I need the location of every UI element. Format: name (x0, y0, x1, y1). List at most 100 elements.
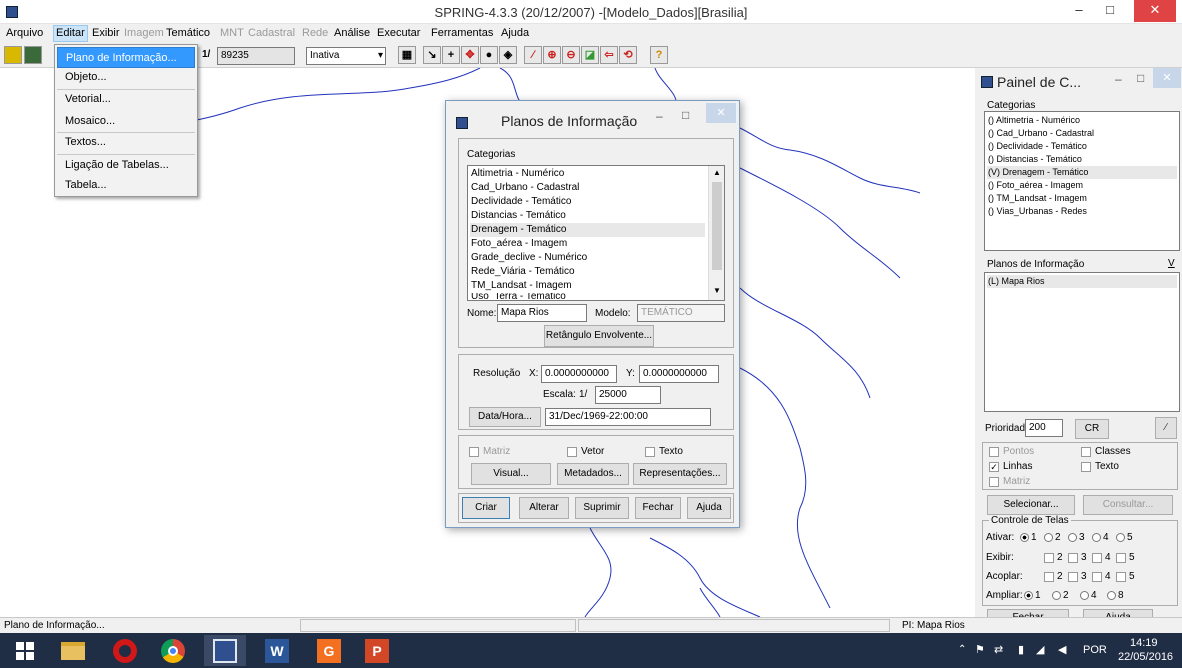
ativar-radio-4[interactable] (1092, 533, 1101, 542)
pan-icon[interactable]: ✥ (461, 46, 479, 64)
list-item[interactable]: () Foto_aérea - Imagem (987, 179, 1177, 192)
menu-item-tabela[interactable]: Tabela... (57, 175, 195, 196)
menu-ajuda[interactable]: Ajuda (501, 27, 529, 39)
chrome-icon[interactable] (152, 635, 194, 666)
exibir-checkbox-2[interactable] (1044, 553, 1054, 563)
pointer-icon[interactable]: ↘ (423, 46, 441, 64)
dialog-maximize-button[interactable]: □ (682, 108, 689, 122)
info-icon[interactable]: ● (480, 46, 498, 64)
list-item[interactable]: TM_Landsat - Imagem (470, 279, 705, 293)
matriz-checkbox[interactable] (469, 447, 479, 457)
ampliar-radio-4[interactable] (1080, 591, 1089, 600)
categorias-list[interactable]: Altimetria - Numérico Cad_Urbano - Cadas… (467, 165, 725, 301)
network-sync-icon[interactable]: ⇄ (994, 643, 1003, 656)
zoom-in-icon[interactable]: ⊕ (543, 46, 561, 64)
list-item[interactable]: Declividade - Temático (470, 195, 705, 209)
classes-checkbox[interactable] (1081, 447, 1091, 457)
battery-icon[interactable]: ▮ (1018, 643, 1024, 656)
visual-button[interactable]: Visual... (471, 463, 551, 485)
menu-editar[interactable]: Editar (53, 25, 88, 42)
pontos-checkbox[interactable] (989, 447, 999, 457)
opera-icon[interactable] (104, 635, 146, 666)
dialog-minimize-button[interactable]: – (656, 109, 663, 123)
pencil-icon[interactable]: ∕ (1155, 417, 1177, 439)
signal-icon[interactable]: ◢ (1036, 643, 1044, 656)
resolucao-y-input[interactable]: 0.0000000000 (639, 365, 719, 383)
linhas-checkbox[interactable]: ✓ (989, 462, 999, 472)
list-item[interactable]: () Distancias - Temático (987, 153, 1177, 166)
exibir-checkbox-4[interactable] (1092, 553, 1102, 563)
matriz-checkbox[interactable] (989, 477, 999, 487)
zoom-out-icon[interactable]: ⊖ (562, 46, 580, 64)
refresh-icon[interactable]: ⟲ (619, 46, 637, 64)
panel-close-button[interactable]: ✕ (1153, 68, 1181, 88)
categorias-scrollbar[interactable]: ▲ ▼ (708, 166, 724, 300)
crosshair-icon[interactable]: + (442, 46, 460, 64)
acoplar-checkbox-2[interactable] (1044, 572, 1054, 582)
acoplar-checkbox-4[interactable] (1092, 572, 1102, 582)
menu-item-ligacao-de-tabelas[interactable]: Ligação de Tabelas... (57, 155, 195, 176)
alterar-button[interactable]: Alterar (519, 497, 569, 519)
menu-imagem[interactable]: Imagem (124, 27, 164, 39)
close-button[interactable]: ✕ (1134, 0, 1176, 22)
ampliar-radio-2[interactable] (1052, 591, 1061, 600)
exibir-checkbox-3[interactable] (1068, 553, 1078, 563)
menu-rede[interactable]: Rede (302, 27, 328, 39)
spring-taskbar-icon[interactable] (204, 635, 246, 666)
prioridade-input[interactable]: 200 (1025, 419, 1063, 437)
planos-v-toggle[interactable]: V (1168, 258, 1175, 269)
menu-item-plano-de-informacao[interactable]: Plano de Informação... (57, 47, 195, 68)
tray-chevron-icon[interactable]: ⌃ (958, 644, 966, 655)
windows-start-icon[interactable] (4, 635, 46, 666)
volume-icon[interactable]: ◀ (1058, 643, 1066, 656)
ampliar-radio-1[interactable] (1024, 591, 1033, 600)
vetor-checkbox[interactable] (567, 447, 577, 457)
fechar-button[interactable]: Fechar (635, 497, 681, 519)
panel-maximize-button[interactable]: □ (1137, 71, 1144, 85)
consultar-button[interactable]: Consultar... (1083, 495, 1173, 515)
texto-checkbox[interactable] (645, 447, 655, 457)
file-explorer-icon[interactable] (52, 635, 94, 666)
escala-input[interactable]: 25000 (595, 386, 661, 404)
menu-item-objeto[interactable]: Objeto... (57, 67, 195, 88)
data-hora-button[interactable]: Data/Hora... (469, 407, 541, 427)
minimize-button[interactable]: – (1064, 0, 1094, 22)
menu-item-textos[interactable]: Textos... (57, 132, 195, 153)
resolucao-x-input[interactable]: 0.0000000000 (541, 365, 617, 383)
menu-tematico[interactable]: Temático (166, 27, 210, 39)
list-item[interactable]: () Vias_Urbanas - Redes (987, 205, 1177, 218)
scroll-thumb[interactable] (712, 182, 722, 270)
list-item[interactable]: Distancias - Temático (470, 209, 705, 223)
panel-minimize-button[interactable]: – (1115, 72, 1122, 86)
list-item[interactable]: Uso_Terra - Temático (470, 293, 705, 300)
list-item[interactable]: Rede_Viária - Temático (470, 265, 705, 279)
menu-executar[interactable]: Executar (377, 27, 420, 39)
powerpoint-icon[interactable]: P (356, 635, 398, 666)
list-item[interactable]: () Declividade - Temático (987, 140, 1177, 153)
database-icon[interactable] (4, 46, 22, 64)
flag-icon[interactable]: ⚑ (975, 643, 985, 656)
metadados-button[interactable]: Metadados... (557, 463, 629, 485)
menu-ferramentas[interactable]: Ferramentas (431, 27, 493, 39)
cr-button[interactable]: CR (1075, 419, 1109, 439)
language-indicator[interactable]: POR (1083, 644, 1107, 656)
help-icon[interactable]: ? (650, 46, 668, 64)
ampliar-radio-8[interactable] (1107, 591, 1116, 600)
menu-item-vetorial[interactable]: Vetorial... (57, 89, 195, 110)
list-item-selected[interactable]: (L) Mapa Rios (987, 275, 1177, 288)
list-item[interactable]: () Altimetria - Numérico (987, 114, 1177, 127)
menu-arquivo[interactable]: Arquivo (6, 27, 43, 39)
pencil-icon[interactable]: ∕ (524, 46, 542, 64)
zoom-area-icon[interactable]: ◪ (581, 46, 599, 64)
acoplar-checkbox-5[interactable] (1116, 572, 1126, 582)
list-item-selected[interactable]: Drenagem - Temático (470, 223, 705, 237)
scroll-down-icon[interactable]: ▼ (713, 286, 721, 295)
exibir-checkbox-5[interactable] (1116, 553, 1126, 563)
panel-categorias-list[interactable]: () Altimetria - Numérico () Cad_Urbano -… (984, 111, 1180, 251)
scale-field[interactable]: 89235 (217, 47, 295, 65)
ativar-radio-1[interactable] (1020, 533, 1029, 542)
representacoes-button[interactable]: Representações... (633, 463, 727, 485)
retangulo-envolvente-button[interactable]: Retângulo Envolvente... (544, 325, 654, 347)
panel-planos-list[interactable]: (L) Mapa Rios (984, 272, 1180, 412)
menu-cadastral[interactable]: Cadastral (248, 27, 295, 39)
